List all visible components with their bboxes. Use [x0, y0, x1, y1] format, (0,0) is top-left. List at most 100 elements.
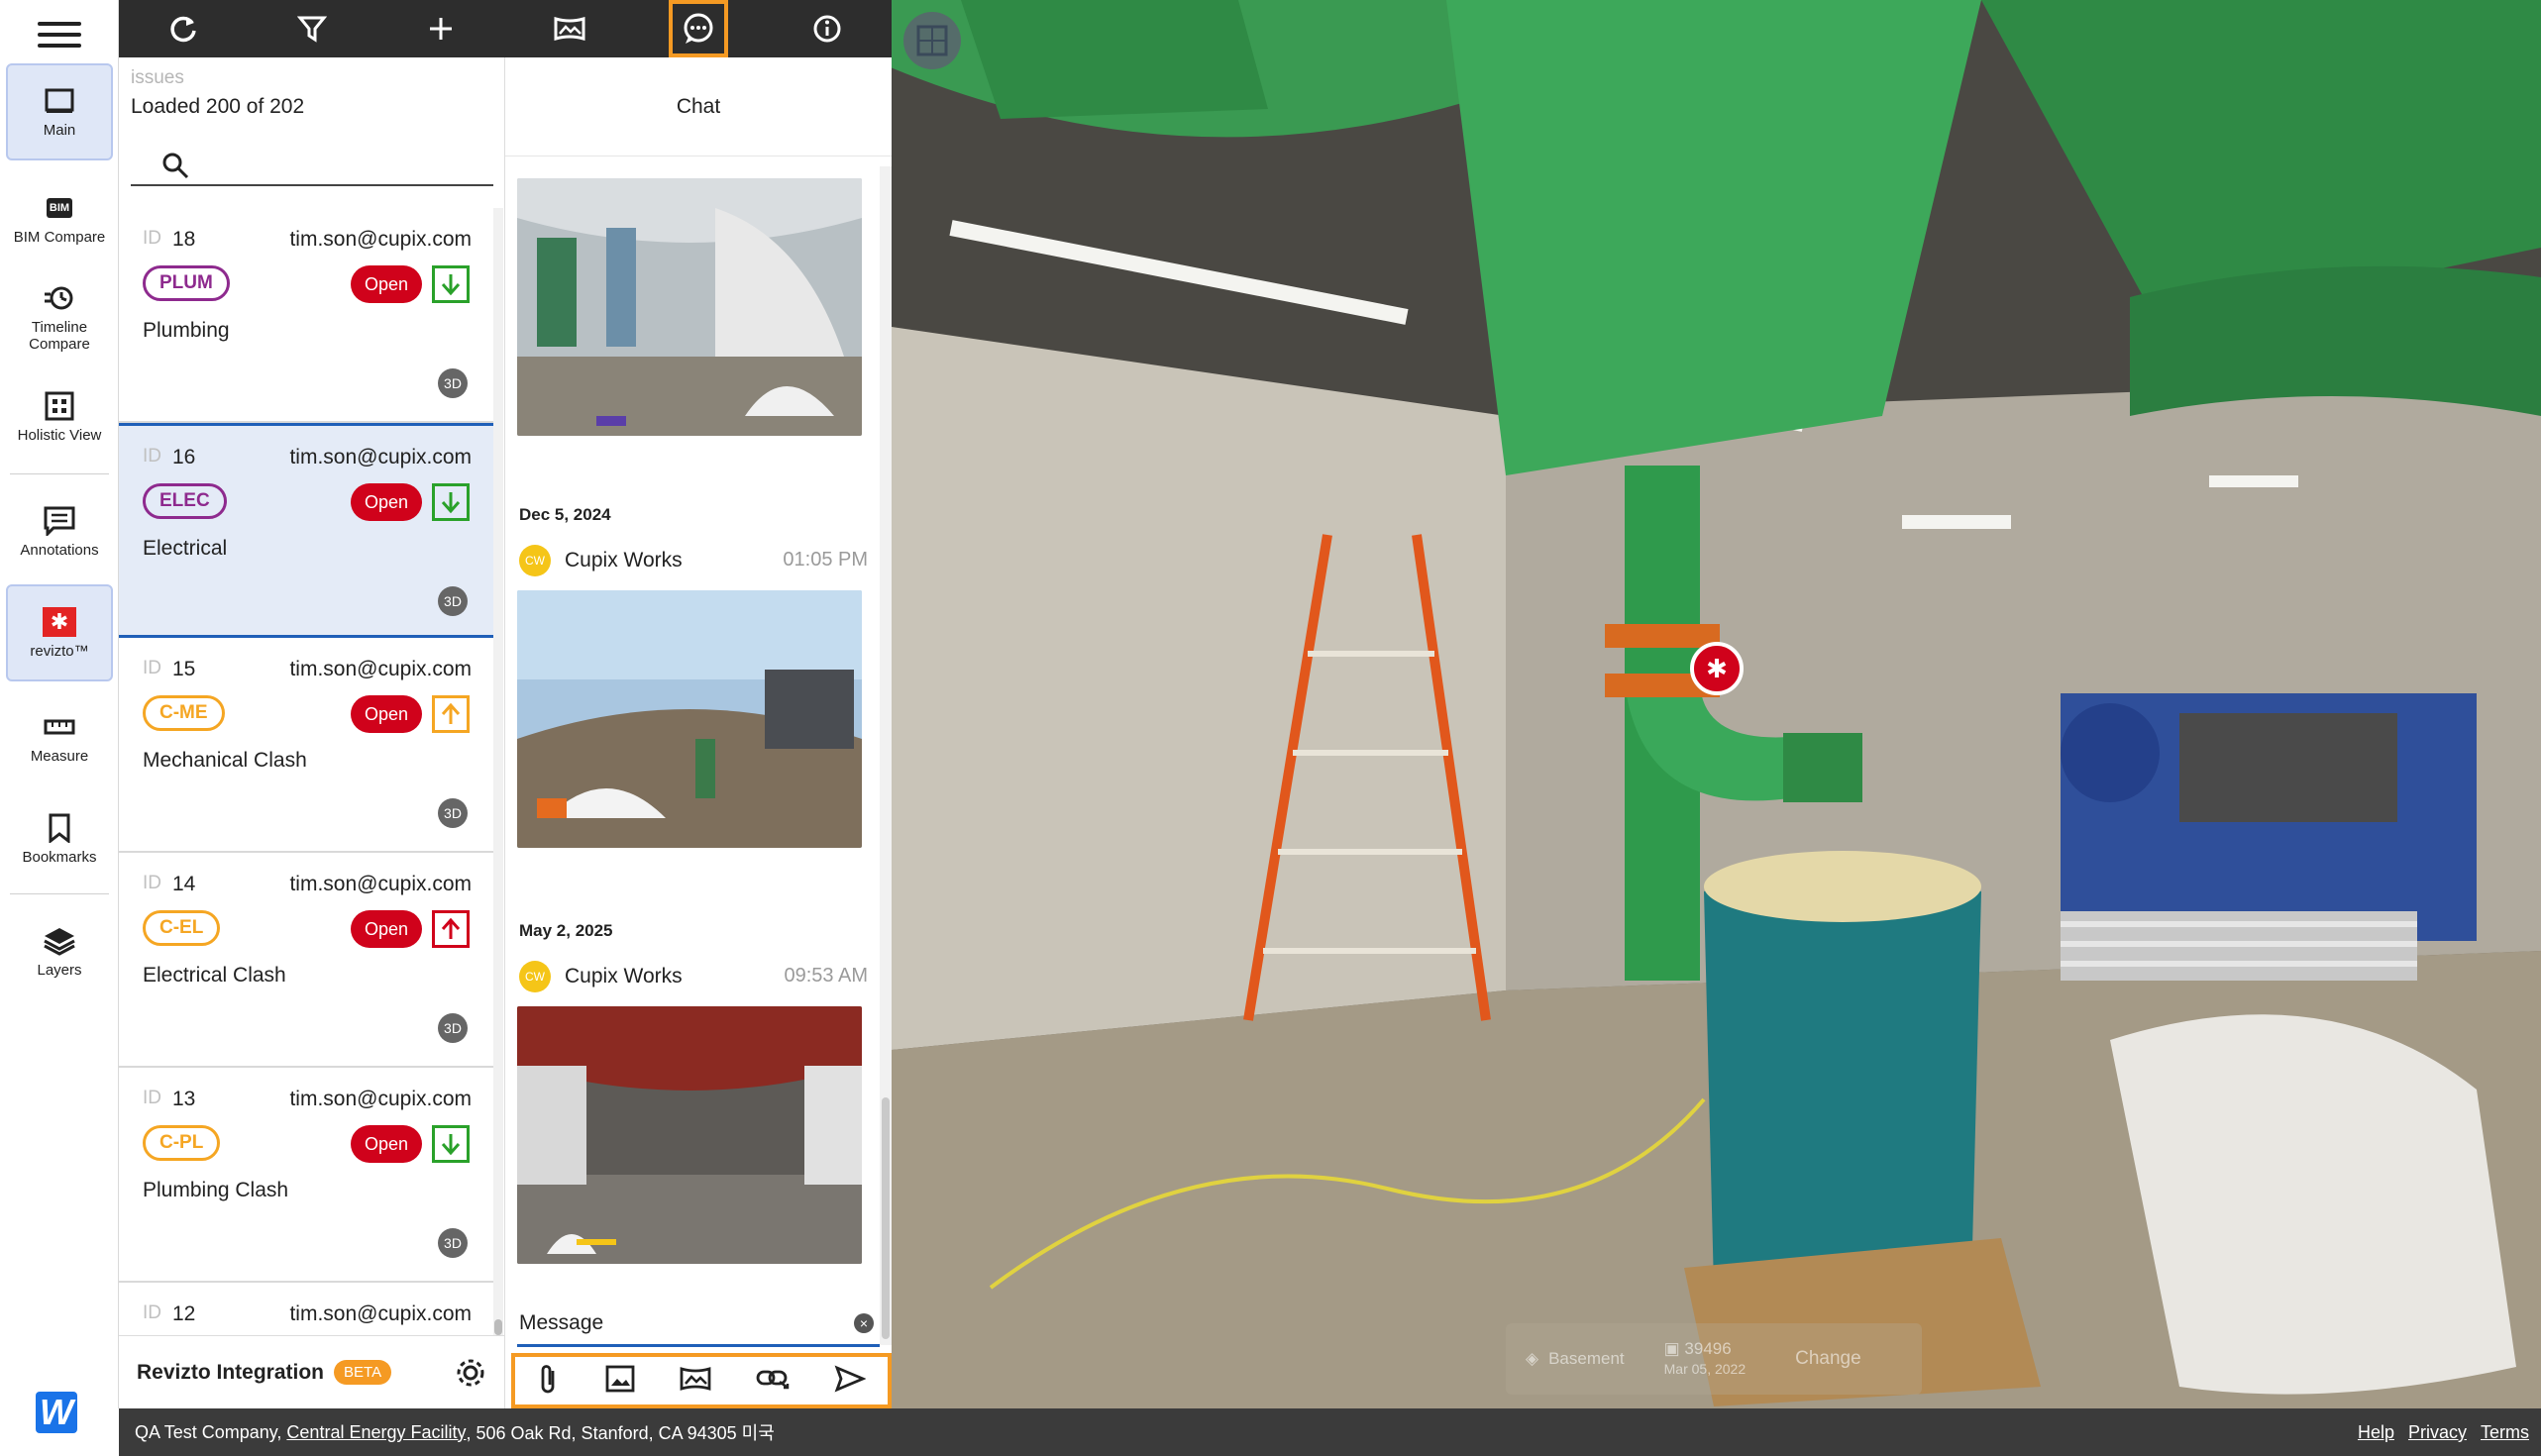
- bookmark-icon: [43, 813, 76, 843]
- layers-icon: [43, 926, 76, 956]
- issue-card[interactable]: ID 18 tim.son@cupix.com PLUM Open Plumbi…: [119, 208, 493, 423]
- rail-item-label: Layers: [37, 961, 82, 979]
- issue-id: 16: [172, 446, 196, 468]
- 3d-badge[interactable]: 3D: [438, 368, 468, 398]
- panorama-viewer[interactable]: ✱ ◈ Basement ▣ 39496 Mar 05, 2022 Change: [892, 0, 2541, 1408]
- timeline-icon: [43, 283, 76, 313]
- chat-photo-attachment[interactable]: [517, 590, 862, 848]
- chat-photo-attachment[interactable]: [517, 178, 862, 436]
- search-icon: [162, 153, 189, 179]
- message-time: 01:05 PM: [783, 549, 868, 571]
- rail-item-holistic-view[interactable]: Holistic View: [6, 368, 113, 466]
- panorama-icon: [554, 17, 585, 41]
- message-author: Cupix Works: [565, 965, 683, 988]
- issue-id-label: ID: [143, 1088, 161, 1108]
- issue-assignee: tim.son@cupix.com: [289, 446, 472, 468]
- 3d-badge[interactable]: 3D: [438, 798, 468, 828]
- rail-item-main[interactable]: Main: [6, 63, 113, 160]
- chat-photo-attachment[interactable]: [517, 1006, 862, 1264]
- rail-item-revizto[interactable]: ✱ revizto™: [6, 584, 113, 681]
- rail-item-label: Timeline Compare: [29, 319, 90, 353]
- minimap-toggle-button[interactable]: [903, 12, 961, 69]
- issues-loaded-count: Loaded 200 of 202: [131, 95, 305, 118]
- rail-divider: [10, 473, 109, 474]
- clear-input-icon[interactable]: ×: [854, 1313, 874, 1333]
- rail-item-label: Holistic View: [17, 426, 102, 444]
- refresh-button[interactable]: [119, 0, 248, 57]
- filter-button[interactable]: [248, 0, 376, 57]
- beta-badge: BETA: [334, 1360, 392, 1385]
- change-capture-button[interactable]: Change: [1795, 1348, 1861, 1370]
- revizto-integration-footer: Revizto Integration BETA: [119, 1335, 505, 1408]
- priority-down-icon: [432, 483, 470, 521]
- issue-type-tag: ELEC: [143, 483, 227, 519]
- issue-id-label: ID: [143, 228, 161, 249]
- ruler-icon: [43, 712, 76, 742]
- help-link[interactable]: Help: [2358, 1422, 2394, 1443]
- issue-title: Electrical Clash: [143, 964, 286, 987]
- capture-selector: ◈ Basement ▣ 39496 Mar 05, 2022 Change: [1506, 1323, 1922, 1395]
- hamburger-menu-icon[interactable]: [38, 22, 81, 48]
- issue-assignee: tim.son@cupix.com: [289, 658, 472, 680]
- rail-item-timeline-compare[interactable]: Timeline Compare: [6, 269, 113, 366]
- bim-icon: BIM: [43, 193, 76, 223]
- issue-card[interactable]: ID 16 tim.son@cupix.com ELEC Open Electr…: [119, 423, 493, 638]
- level-selector[interactable]: ◈ Basement: [1526, 1349, 1625, 1369]
- rail-item-bim-compare[interactable]: BIM BIM Compare: [6, 170, 113, 267]
- message-input[interactable]: [519, 1309, 836, 1337]
- send-icon[interactable]: [834, 1364, 867, 1398]
- chat-date-divider: Dec 5, 2024: [519, 505, 611, 524]
- 3d-badge[interactable]: 3D: [438, 1228, 468, 1258]
- panorama-button[interactable]: [505, 0, 634, 57]
- 3d-badge[interactable]: 3D: [438, 586, 468, 616]
- priority-up-icon: [432, 695, 470, 733]
- settings-gear-icon[interactable]: [454, 1356, 487, 1395]
- issues-panel: issues Loaded 200 of 202 ID 18 tim.son@c…: [119, 57, 505, 1408]
- rail-item-measure[interactable]: Measure: [6, 689, 113, 786]
- issue-id-label: ID: [143, 658, 161, 678]
- issue-card[interactable]: ID 12 tim.son@cupix.com: [119, 1283, 493, 1335]
- chat-scrollbar[interactable]: [880, 166, 892, 1345]
- add-issue-button[interactable]: [376, 0, 505, 57]
- terms-link[interactable]: Terms: [2481, 1422, 2529, 1443]
- privacy-link[interactable]: Privacy: [2408, 1422, 2467, 1443]
- issue-status-badge[interactable]: Open: [351, 1125, 422, 1163]
- panorama-icon[interactable]: [680, 1365, 711, 1398]
- rail-item-label: BIM Compare: [13, 228, 106, 246]
- attach-icon[interactable]: [537, 1363, 561, 1400]
- link-icon[interactable]: [756, 1366, 790, 1397]
- project-link[interactable]: Central Energy Facility: [286, 1422, 466, 1443]
- top-toolbar: [119, 0, 892, 57]
- issue-status-badge[interactable]: Open: [351, 483, 422, 521]
- issue-card[interactable]: ID 13 tim.son@cupix.com C-PL Open Plumbi…: [119, 1068, 493, 1283]
- capture-info[interactable]: ▣ 39496 Mar 05, 2022: [1664, 1339, 1747, 1379]
- issue-status-badge[interactable]: Open: [351, 265, 422, 303]
- app-logo: W: [36, 1392, 77, 1433]
- issue-id: 18: [172, 228, 196, 251]
- issue-title: Plumbing: [143, 319, 230, 342]
- issue-list-scrollbar[interactable]: [493, 208, 503, 1335]
- 3d-badge[interactable]: 3D: [438, 1013, 468, 1043]
- issue-type-tag: C-EL: [143, 910, 221, 946]
- scrollbar-thumb[interactable]: [494, 1319, 502, 1335]
- chat-button[interactable]: [669, 0, 728, 57]
- rail-item-layers[interactable]: Layers: [6, 903, 113, 1000]
- issue-card[interactable]: ID 15 tim.son@cupix.com C-ME Open Mechan…: [119, 638, 493, 853]
- calendar-icon: ▣: [1663, 1339, 1685, 1358]
- issue-status-badge[interactable]: Open: [351, 695, 422, 733]
- scrollbar-thumb[interactable]: [882, 1097, 890, 1339]
- info-button[interactable]: [763, 0, 892, 57]
- chat-action-bar: [511, 1353, 892, 1408]
- rail-item-label: Bookmarks: [22, 848, 97, 866]
- image-icon[interactable]: [605, 1365, 635, 1398]
- issue-card[interactable]: ID 14 tim.son@cupix.com C-EL Open Electr…: [119, 853, 493, 1068]
- rail-item-annotations[interactable]: Annotations: [6, 483, 113, 580]
- main-view-icon: [43, 86, 76, 116]
- issue-id: 13: [172, 1088, 196, 1110]
- rail-item-bookmarks[interactable]: Bookmarks: [6, 790, 113, 887]
- revizto-issue-pin[interactable]: ✱: [1690, 642, 1744, 695]
- issue-title: Electrical: [143, 537, 228, 560]
- issue-search-input[interactable]: [131, 143, 493, 186]
- issue-status-badge[interactable]: Open: [351, 910, 422, 948]
- avatar: CW: [519, 545, 551, 576]
